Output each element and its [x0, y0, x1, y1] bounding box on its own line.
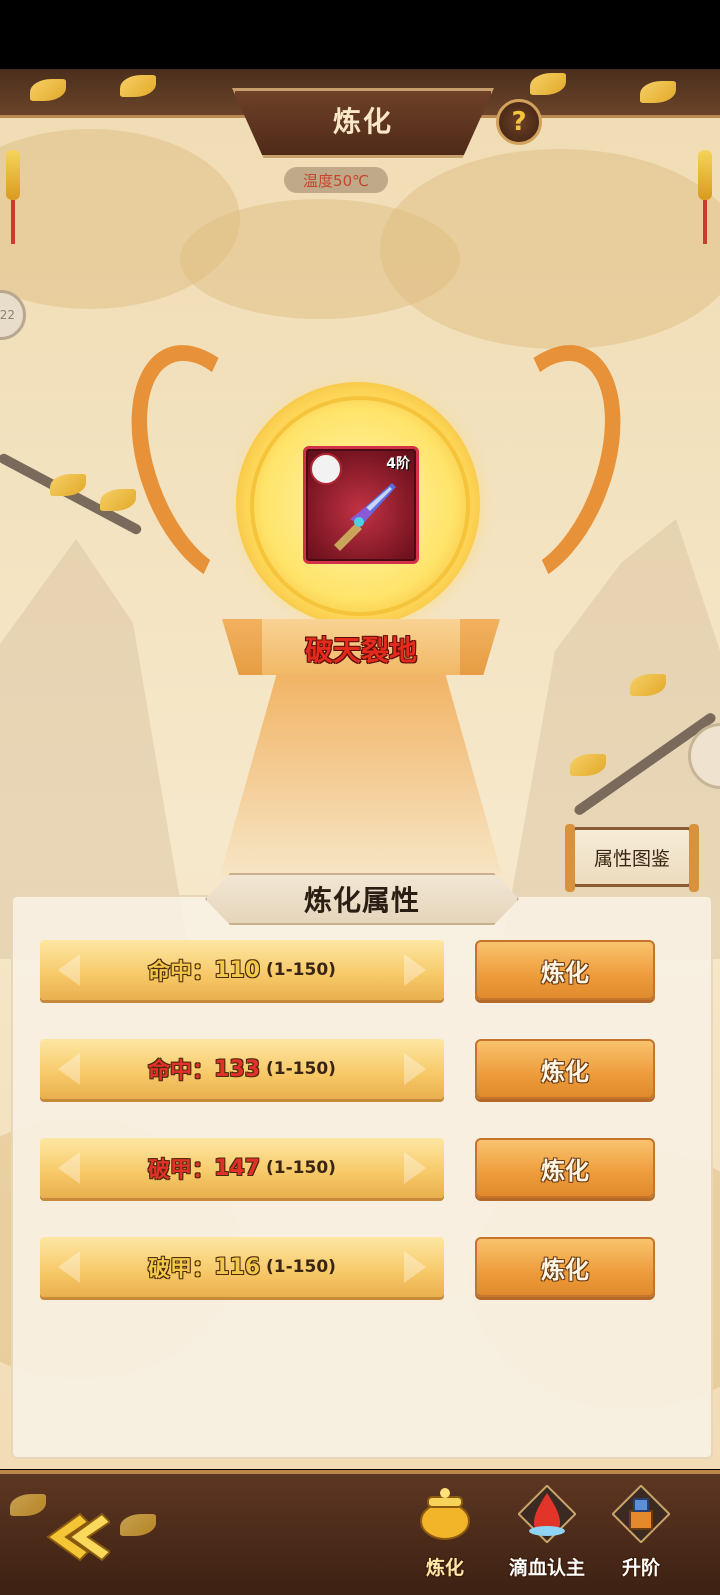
nav-tab-label: 炼化: [425, 1557, 464, 1579]
ginkgo-leaf-decoration: [530, 73, 566, 95]
attribute-colon: ：: [192, 960, 215, 985]
attribute-value: 110: [214, 957, 261, 983]
refine-button[interactable]: 炼化: [475, 940, 655, 1000]
blood-drop-icon: [518, 1485, 576, 1543]
attribute-name: 破甲: [148, 1158, 193, 1183]
ginkgo-leaf-decoration: [120, 1514, 156, 1536]
attribute-name: 破甲: [148, 1257, 193, 1282]
sword-icon: [334, 483, 396, 551]
cauldron-icon: [420, 1488, 470, 1540]
arrow-left-decoration: [58, 954, 80, 986]
lantern-decoration: [6, 150, 20, 200]
ginkgo-leaf-decoration: [50, 474, 86, 496]
attribute-value: 116: [214, 1254, 261, 1280]
question-mark-icon: ?: [511, 107, 527, 137]
attribute-codex-button[interactable]: 属性图鉴: [565, 824, 699, 892]
attribute-value: 147: [214, 1155, 261, 1181]
back-arrow-icon[interactable]: [40, 1512, 110, 1562]
arrow-left-decoration: [58, 1251, 80, 1283]
attribute-colon: ：: [192, 1059, 215, 1084]
equipment-item-icon[interactable]: 4阶: [303, 446, 419, 564]
attribute-range: (1-150): [266, 1059, 336, 1079]
attribute-colon: ：: [192, 1158, 215, 1183]
item-tier-badge: 4阶: [386, 456, 410, 472]
attribute-range: (1-150): [266, 1257, 336, 1277]
attribute-colon: ：: [192, 1257, 215, 1282]
status-bar-area: [0, 0, 720, 69]
attribute-row: 破甲 ： 147 (1-150): [40, 1138, 444, 1198]
ginkgo-leaf-decoration: [30, 79, 66, 101]
attribute-name: 命中: [148, 960, 193, 985]
item-name: 破天裂地: [304, 634, 417, 667]
cloud-decoration: [180, 199, 460, 319]
lantern-decoration: [698, 150, 712, 200]
arrow-right-decoration: [404, 1053, 426, 1085]
page-title: 炼化: [332, 105, 393, 138]
attribute-range: (1-150): [266, 1158, 336, 1178]
section-header: 炼化属性: [205, 873, 519, 925]
nav-tab-label: 滴血认主: [508, 1557, 585, 1579]
ginkgo-leaf-decoration: [100, 489, 136, 511]
arrow-right-decoration: [404, 1152, 426, 1184]
upgrade-icon: [612, 1485, 670, 1543]
lantern-tassel: [11, 200, 15, 244]
temperature-badge: 温度50℃: [284, 167, 388, 193]
attribute-row: 命中 ： 110 (1-150): [40, 940, 444, 1000]
nav-tab-refine[interactable]: 炼化: [400, 1475, 490, 1585]
ginkgo-leaf-decoration: [640, 81, 676, 103]
title-plaque: 炼化: [232, 88, 494, 158]
nav-tab-blood-bond[interactable]: 滴血认主: [502, 1475, 592, 1585]
side-tab-count: 22: [0, 308, 15, 322]
refine-button[interactable]: 炼化: [475, 1138, 655, 1198]
section-title: 炼化属性: [303, 884, 420, 917]
arrow-right-decoration: [404, 1251, 426, 1283]
nav-tab-upgrade[interactable]: 升阶: [596, 1475, 686, 1585]
refine-button[interactable]: 炼化: [475, 1237, 655, 1297]
attribute-row: 破甲 ： 116 (1-150): [40, 1237, 444, 1297]
ginkgo-leaf-decoration: [120, 75, 156, 97]
arrow-left-decoration: [58, 1152, 80, 1184]
attribute-name: 命中: [148, 1059, 193, 1084]
attribute-value: 133: [214, 1056, 261, 1082]
lantern-tassel: [703, 200, 707, 244]
help-button[interactable]: ?: [496, 99, 542, 145]
arrow-right-decoration: [404, 954, 426, 986]
arrow-left-decoration: [58, 1053, 80, 1085]
nav-tab-label: 升阶: [621, 1557, 660, 1579]
refine-button[interactable]: 炼化: [475, 1039, 655, 1099]
attribute-range: (1-150): [266, 960, 336, 980]
attribute-row: 命中 ： 133 (1-150): [40, 1039, 444, 1099]
